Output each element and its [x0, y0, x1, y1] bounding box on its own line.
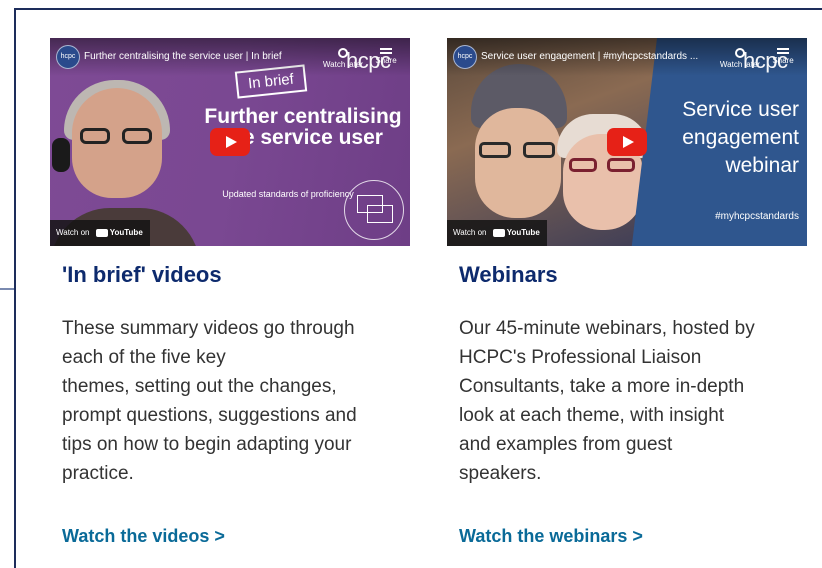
- watch-webinars-link[interactable]: Watch the webinars >: [459, 526, 643, 547]
- channel-avatar[interactable]: hcpc: [453, 45, 477, 69]
- clock-icon: [735, 48, 745, 58]
- youtube-logo-icon: YouTube: [493, 220, 540, 246]
- youtube-logo-icon: YouTube: [96, 220, 143, 246]
- card-description: Our 45-minute webinars, hosted by HCPC's…: [459, 318, 755, 484]
- video-title[interactable]: Service user engagement | #myhcpcstandar…: [481, 51, 711, 62]
- clock-icon: [338, 48, 348, 58]
- presenter-image: [50, 58, 210, 246]
- channel-avatar[interactable]: hcpc: [56, 45, 80, 69]
- card-webinars: Service user engagement webinar #myhcpcs…: [447, 38, 817, 546]
- watch-on-youtube-button[interactable]: Watch on YouTube: [447, 220, 547, 246]
- video-title[interactable]: Further centralising the service user | …: [84, 51, 314, 62]
- share-icon: [777, 48, 789, 54]
- watch-later-button[interactable]: Watch later: [322, 48, 364, 69]
- video-headline: Service user engagement webinar: [682, 98, 799, 177]
- share-button[interactable]: Share: [765, 48, 801, 65]
- video-thumbnail-webinar[interactable]: Service user engagement webinar #myhcpcs…: [447, 38, 807, 246]
- chat-bubbles-icon: [344, 180, 404, 240]
- card-description: These summary videos go through each of …: [62, 318, 357, 484]
- card-title: Webinars: [459, 262, 558, 287]
- play-icon[interactable]: [210, 128, 250, 156]
- share-icon: [380, 48, 392, 54]
- play-icon[interactable]: [607, 128, 647, 156]
- share-button[interactable]: Share: [368, 48, 404, 65]
- card-title: 'In brief' videos: [62, 262, 222, 287]
- frame-divider: [0, 288, 14, 290]
- watch-later-button[interactable]: Watch later: [719, 48, 761, 69]
- video-thumbnail-in-brief[interactable]: In brief Further centralising the servic…: [50, 38, 410, 246]
- video-subtext: Updated standards of proficiency: [222, 189, 354, 199]
- watch-on-youtube-button[interactable]: Watch on YouTube: [50, 220, 150, 246]
- video-hashtag: #myhcpcstandards: [715, 211, 799, 222]
- watch-videos-link[interactable]: Watch the videos >: [62, 526, 225, 547]
- card-in-brief-videos: In brief Further centralising the servic…: [50, 38, 420, 546]
